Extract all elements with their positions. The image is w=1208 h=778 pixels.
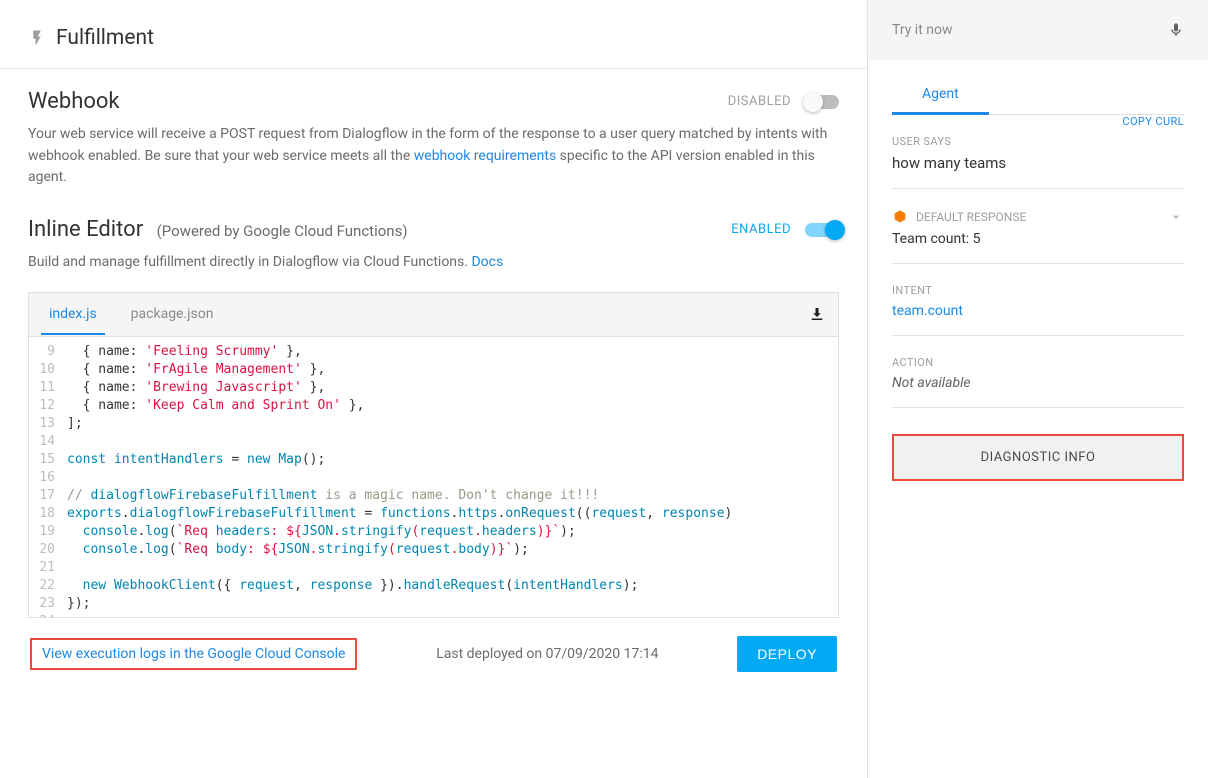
webhook-requirements-link[interactable]: webhook requirements — [414, 148, 556, 164]
chevron-down-icon — [1168, 209, 1184, 225]
page-title: Fulfillment — [56, 26, 154, 50]
tab-index-js[interactable]: index.js — [41, 294, 105, 334]
try-panel: Try it now Agent USER SAYS COPY CURL how… — [868, 0, 1208, 778]
editor-tabs: index.js package.json — [29, 293, 838, 337]
view-logs-link[interactable]: View execution logs in the Google Cloud … — [42, 646, 345, 662]
code-area[interactable]: 9101112131415161718192021222324 { name: … — [29, 337, 838, 617]
webhook-title: Webhook — [28, 89, 120, 114]
action-label: ACTION — [892, 356, 1184, 369]
inline-editor-status-label: ENABLED — [731, 222, 791, 237]
intent-link[interactable]: team.count — [892, 303, 1184, 336]
last-deployed: Last deployed on 07/09/2020 17:14 — [436, 646, 658, 662]
webhook-description: Your web service will receive a POST req… — [28, 124, 839, 189]
deploy-button[interactable]: DEPLOY — [737, 636, 837, 672]
tab-agent[interactable]: Agent — [892, 74, 989, 114]
response-text: Team count: 5 — [892, 231, 1184, 264]
try-bar: Try it now — [868, 0, 1208, 60]
editor-footer: View execution logs in the Google Cloud … — [28, 636, 839, 672]
download-icon[interactable] — [808, 305, 826, 323]
try-tabs: Agent — [892, 74, 1184, 115]
user-says-value: how many teams — [892, 154, 1184, 189]
try-placeholder[interactable]: Try it now — [892, 22, 953, 38]
inline-editor-title: Inline Editor — [28, 217, 143, 242]
docs-link[interactable]: Docs — [471, 254, 503, 270]
user-says-label: USER SAYS — [892, 135, 951, 148]
webhook-section: Webhook DISABLED Your web service will r… — [28, 89, 839, 189]
mic-icon[interactable] — [1168, 19, 1184, 41]
tab-package-json[interactable]: package.json — [123, 294, 222, 334]
inline-editor-description: Build and manage fulfillment directly in… — [28, 252, 839, 274]
webhook-status-label: DISABLED — [728, 94, 791, 109]
response-hexagon-icon — [892, 209, 908, 225]
action-value: Not available — [892, 375, 1184, 408]
copy-curl-button[interactable]: COPY CURL — [1122, 115, 1184, 128]
inline-editor-toggle[interactable] — [805, 223, 839, 237]
inline-editor-subtitle: (Powered by Google Cloud Functions) — [157, 222, 408, 240]
code-editor: index.js package.json 910111213141516171… — [28, 292, 839, 618]
bolt-icon — [28, 29, 46, 47]
inline-editor-desc-prefix: Build and manage fulfillment directly in… — [28, 254, 471, 270]
diagnostic-info-button[interactable]: DIAGNOSTIC INFO — [892, 434, 1184, 481]
logs-link-highlight: View execution logs in the Google Cloud … — [30, 638, 357, 670]
inline-editor-section: Inline Editor (Powered by Google Cloud F… — [28, 217, 839, 672]
response-header[interactable]: DEFAULT RESPONSE — [892, 209, 1184, 225]
response-label: DEFAULT RESPONSE — [916, 210, 1026, 224]
intent-label: INTENT — [892, 284, 1184, 297]
webhook-toggle[interactable] — [805, 95, 839, 109]
page-header: Fulfillment — [0, 20, 867, 69]
